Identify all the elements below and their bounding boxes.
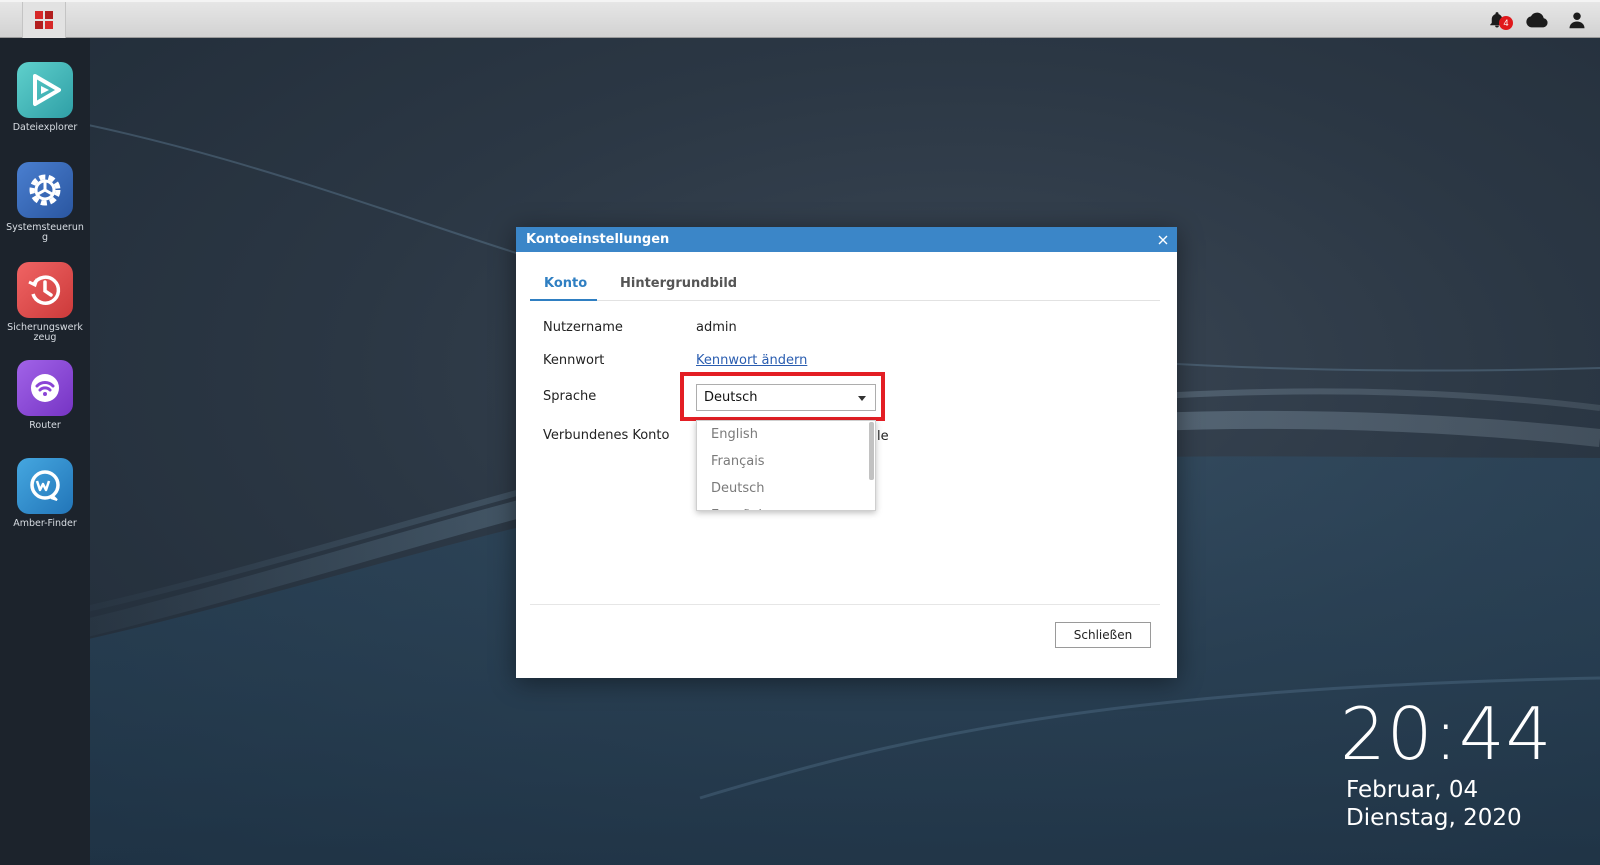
dock-item-amber-finder[interactable]: Amber-Finder — [0, 458, 90, 529]
linked-account-value-partial: le — [877, 429, 889, 444]
gear-icon — [17, 162, 73, 218]
finder-chat-icon — [17, 458, 73, 514]
language-selected-value: Deutsch — [704, 390, 758, 405]
dialog-tabs: Konto Hintergrundbild — [530, 271, 1160, 301]
cloud-icon — [1526, 12, 1548, 28]
notifications-button[interactable]: 4 — [1486, 9, 1513, 31]
language-option-deutsch[interactable]: Deutsch — [697, 475, 875, 502]
clock-date-line1: Februar, 04 — [1346, 777, 1479, 803]
linked-account-label: Verbundenes Konto — [543, 428, 670, 443]
user-icon — [1569, 12, 1585, 29]
dock-item-sicherungswerkzeug[interactable]: Sicherungswerkzeug — [0, 262, 90, 343]
username-value: admin — [696, 320, 737, 335]
tab-konto[interactable]: Konto — [530, 271, 597, 301]
file-explorer-icon — [17, 62, 73, 118]
close-icon — [1158, 235, 1168, 244]
username-label: Nutzername — [543, 320, 623, 335]
language-option-espanol[interactable]: Español — [697, 502, 875, 510]
account-settings-dialog: Kontoeinstellungen Konto Hintergrundbild… — [516, 227, 1177, 678]
dock-item-router[interactable]: Router — [0, 360, 90, 431]
dialog-title-bar[interactable]: Kontoeinstellungen — [516, 227, 1177, 252]
system-tray: 4 — [1486, 2, 1588, 38]
taskbar: 4 — [0, 0, 1600, 38]
password-label: Kennwort — [543, 353, 605, 368]
start-menu-button[interactable] — [22, 2, 66, 38]
backup-clock-icon — [17, 262, 73, 318]
dock-item-dateiexplorer[interactable]: Dateiexplorer — [0, 62, 90, 133]
change-password-link[interactable]: Kennwort ändern — [696, 353, 807, 368]
language-select[interactable]: Deutsch — [696, 384, 876, 411]
app-grid-icon — [35, 11, 53, 29]
dock-label: Systemsteuerung — [6, 222, 84, 243]
notification-count-badge: 4 — [1499, 16, 1513, 30]
language-option-english[interactable]: English — [697, 421, 875, 448]
dock-item-systemsteuerung[interactable]: Systemsteuerung — [0, 162, 90, 243]
language-dropdown-list[interactable]: English Français Deutsch Español — [696, 420, 876, 511]
dock-label: Amber-Finder — [13, 518, 77, 529]
user-account-button[interactable] — [1566, 9, 1588, 31]
clock-date-line2: Dienstag, 2020 — [1346, 805, 1522, 831]
desktop-clock: 20:44 Februar, 04 Dienstag, 2020 — [1340, 698, 1553, 832]
language-option-francais[interactable]: Français — [697, 448, 875, 475]
caret-down-icon — [858, 396, 866, 401]
language-label: Sprache — [543, 389, 597, 404]
footer-divider — [530, 604, 1160, 605]
close-button[interactable]: Schließen — [1055, 622, 1151, 648]
dock-label: Router — [29, 420, 61, 431]
dock-label: Dateiexplorer — [12, 122, 78, 133]
dialog-title: Kontoeinstellungen — [526, 232, 670, 247]
wifi-icon — [17, 360, 73, 416]
dropdown-scrollbar[interactable] — [869, 422, 874, 480]
app-dock: Dateiexplorer Systemsteuerung Sicherungs… — [0, 38, 90, 865]
clock-time: 20:44 — [1340, 692, 1553, 776]
cloud-button[interactable] — [1526, 9, 1548, 31]
tab-hintergrundbild[interactable]: Hintergrundbild — [606, 271, 751, 301]
dock-label: Sicherungswerkzeug — [7, 322, 83, 343]
dialog-close-button[interactable] — [1155, 227, 1171, 252]
